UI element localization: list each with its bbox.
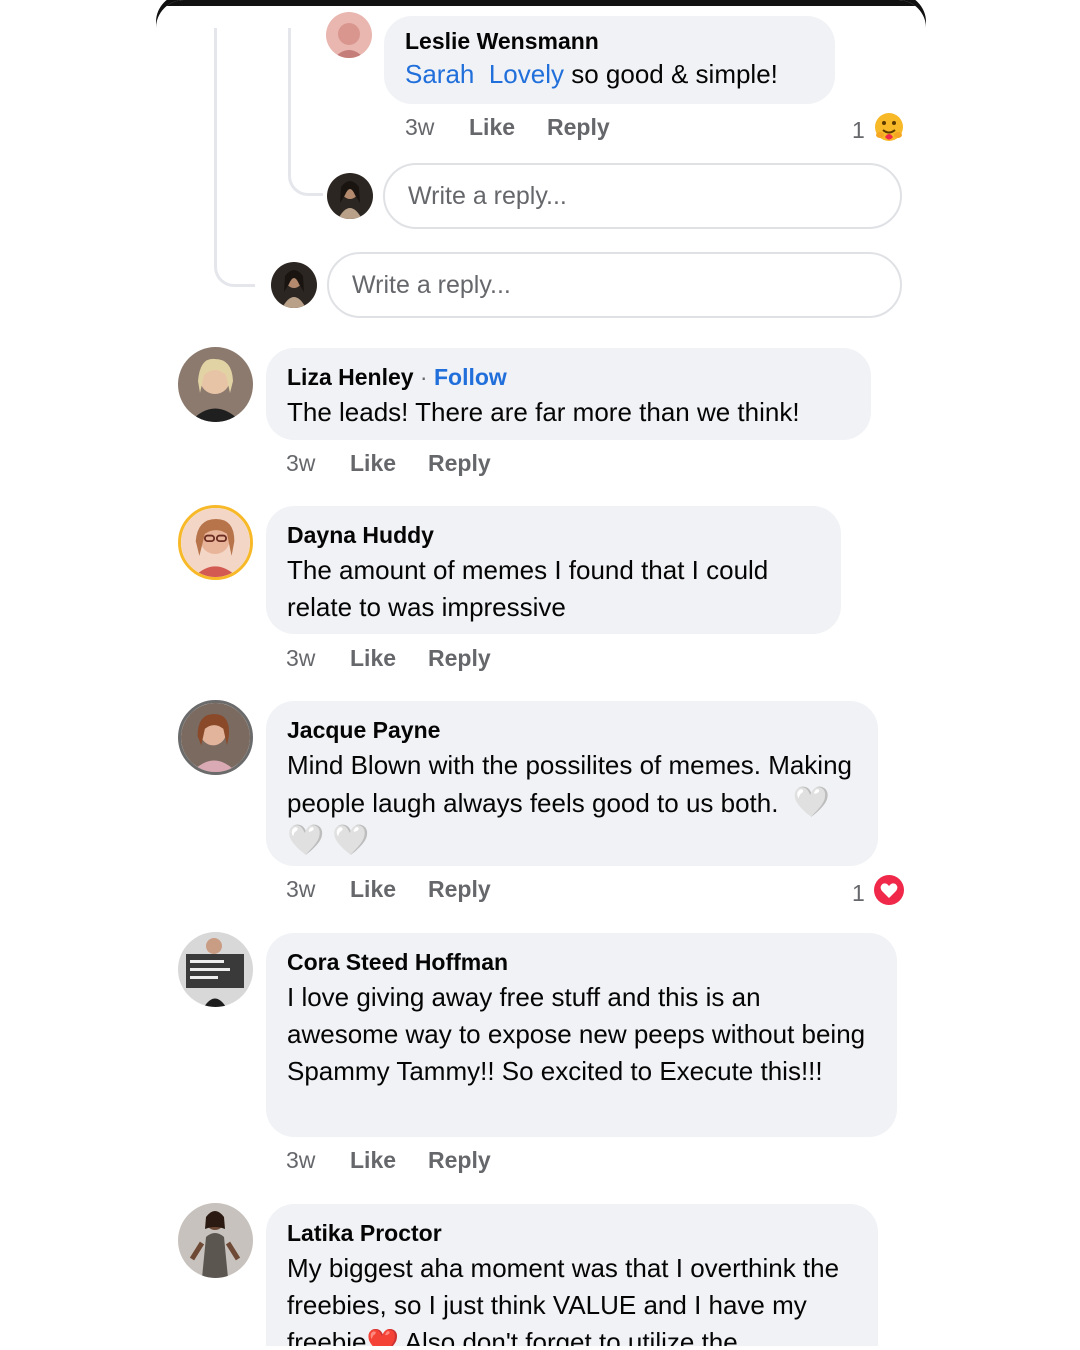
separator-dot: · (413, 364, 434, 390)
comment-bubble-liza: Liza Henley · Follow The leads! There ar… (266, 348, 871, 440)
mention-link[interactable]: Lovely (489, 59, 564, 89)
reaction-summary[interactable]: 1 (852, 111, 905, 149)
comment-actions: 3w Like Reply (286, 645, 491, 672)
avatar-latika-proctor[interactable] (178, 1203, 253, 1278)
love-reaction-icon (873, 874, 905, 912)
comment-text: I love giving away free stuff and this i… (287, 982, 866, 1086)
like-button[interactable]: Like (350, 450, 428, 477)
thread-reply-input[interactable] (327, 252, 902, 318)
comment-bubble-latika: Latika Proctor My biggest aha moment was… (266, 1204, 878, 1346)
reaction-summary[interactable]: 1 (852, 874, 905, 912)
comment-text-body-continued: Also don't forget to utilize the (398, 1327, 738, 1346)
thread-connector-line (214, 28, 255, 287)
comment-actions: 3w Like Reply (286, 450, 491, 477)
nested-thread-connector-line (288, 28, 323, 196)
nested-reply-input[interactable] (383, 163, 902, 229)
avatar-liza-henley[interactable] (178, 347, 253, 422)
comment-text-body: Mind Blown with the possilites of memes.… (287, 750, 853, 818)
avatar-jacque-payne[interactable] (178, 700, 253, 775)
avatar-current-user (271, 262, 317, 308)
comment-author[interactable]: Leslie Wensmann (405, 26, 813, 56)
comment-timestamp: 3w (286, 450, 316, 476)
comment-bubble-jacque: Jacque Payne Mind Blown with the possili… (266, 701, 878, 866)
reply-button[interactable]: Reply (547, 114, 610, 141)
avatar-current-user (327, 173, 373, 219)
comment-actions: 3w Like Reply (286, 876, 491, 903)
comment-author[interactable]: Dayna Huddy (287, 520, 819, 550)
comment-bubble-cora: Cora Steed Hoffman I love giving away fr… (266, 933, 897, 1137)
avatar-leslie-wensmann[interactable] (326, 12, 372, 58)
comment-author[interactable]: Jacque Payne (287, 715, 856, 745)
like-button[interactable]: Like (350, 876, 428, 903)
comment-timestamp: 3w (286, 645, 316, 671)
avatar-dayna-huddy[interactable] (178, 505, 253, 580)
comment-author-row: Liza Henley · Follow (287, 362, 849, 392)
comment-text: The leads! There are far more than we th… (287, 397, 800, 427)
care-emoji-icon (873, 111, 905, 149)
comment-actions: 3w Like Reply (405, 114, 610, 141)
comment-text: Mind Blown with the possilites of memes.… (287, 747, 856, 860)
comments-sheet: Leslie Wensmann Sarah Lovely so good & s… (156, 0, 926, 1346)
comment-text: My biggest aha moment was that I overthi… (287, 1250, 856, 1346)
comment-author[interactable]: Liza Henley (287, 364, 414, 390)
mention-link[interactable]: Sarah (405, 59, 474, 89)
like-button[interactable]: Like (350, 1147, 428, 1174)
comment-text: Sarah Lovely so good & simple! (405, 56, 813, 93)
red-heart-emoji-icon: ❤️ (366, 1327, 399, 1346)
comment-actions: 3w Like Reply (286, 1147, 491, 1174)
reply-button[interactable]: Reply (428, 645, 491, 672)
comment-timestamp: 3w (286, 876, 316, 902)
reply-button[interactable]: Reply (428, 876, 491, 903)
reaction-count: 1 (852, 116, 865, 143)
like-button[interactable]: Like (350, 645, 428, 672)
comment-bubble-dayna: Dayna Huddy The amount of memes I found … (266, 506, 841, 634)
reply-button[interactable]: Reply (428, 1147, 491, 1174)
nested-reply-text-field[interactable] (406, 180, 900, 212)
avatar-cora-steed-hoffman[interactable] (178, 932, 253, 1007)
reply-button[interactable]: Reply (428, 450, 491, 477)
comment-text-body: so good & simple! (564, 59, 778, 89)
thread-reply-text-field[interactable] (350, 269, 900, 301)
comment-text: The amount of memes I found that I could… (287, 555, 769, 622)
comment-author[interactable]: Cora Steed Hoffman (287, 947, 875, 977)
comment-timestamp: 3w (286, 1147, 316, 1173)
comment-bubble-leslie: Leslie Wensmann Sarah Lovely so good & s… (384, 16, 835, 104)
reaction-count: 1 (852, 879, 865, 906)
sheet-top-edge (156, 0, 926, 6)
like-button[interactable]: Like (469, 114, 547, 141)
comment-timestamp: 3w (405, 114, 435, 140)
comment-author[interactable]: Latika Proctor (287, 1218, 856, 1248)
follow-button[interactable]: Follow (434, 364, 507, 390)
